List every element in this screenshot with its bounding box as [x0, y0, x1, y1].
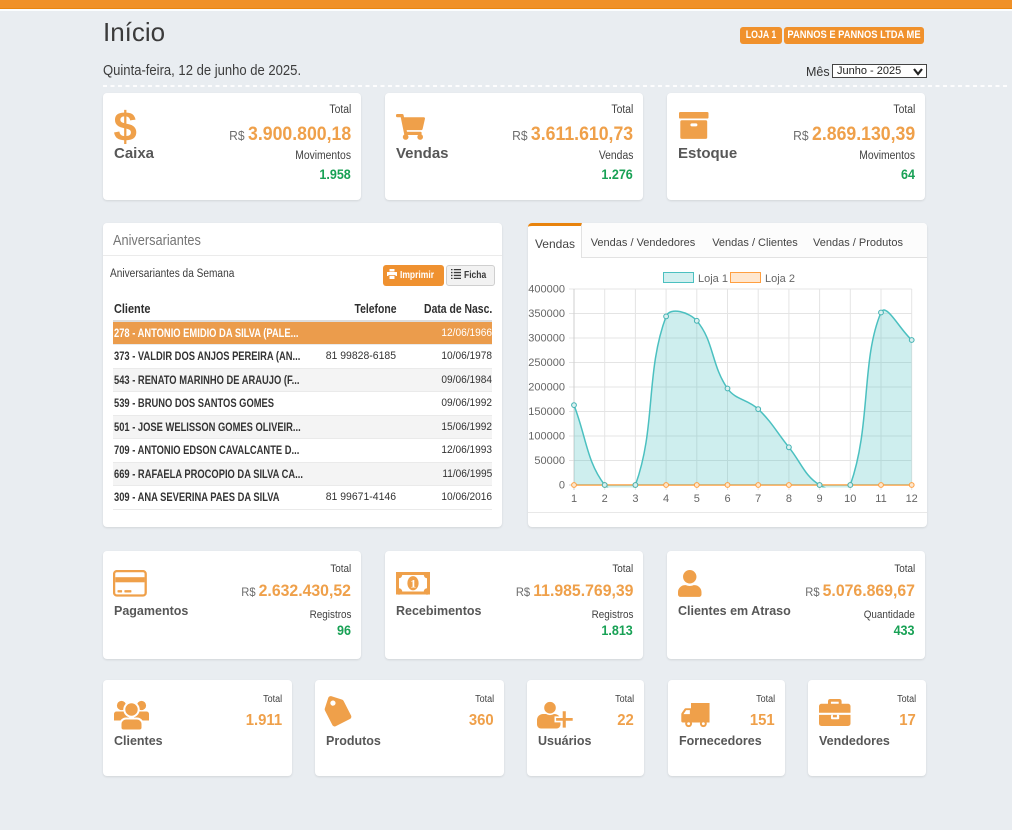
svg-text:100000: 100000	[528, 431, 565, 443]
svg-text:5: 5	[694, 493, 700, 505]
svg-text:10: 10	[844, 493, 856, 505]
svg-text:4: 4	[663, 493, 669, 505]
svg-text:250000: 250000	[528, 357, 565, 369]
svg-text:1: 1	[571, 493, 577, 505]
svg-text:8: 8	[786, 493, 792, 505]
svg-text:2: 2	[602, 493, 608, 505]
svg-text:300000: 300000	[528, 333, 565, 345]
svg-text:400000: 400000	[528, 284, 565, 296]
svg-text:0: 0	[559, 480, 565, 492]
svg-text:12: 12	[906, 493, 918, 505]
svg-text:11: 11	[875, 493, 886, 505]
svg-text:9: 9	[817, 493, 823, 505]
svg-text:350000: 350000	[528, 308, 565, 320]
svg-text:50000: 50000	[534, 455, 565, 467]
svg-text:3: 3	[632, 493, 638, 505]
svg-text:6: 6	[724, 493, 730, 505]
svg-text:7: 7	[755, 493, 761, 505]
svg-text:200000: 200000	[528, 382, 565, 394]
svg-text:1: 1	[410, 577, 416, 591]
svg-text:150000: 150000	[528, 406, 565, 418]
